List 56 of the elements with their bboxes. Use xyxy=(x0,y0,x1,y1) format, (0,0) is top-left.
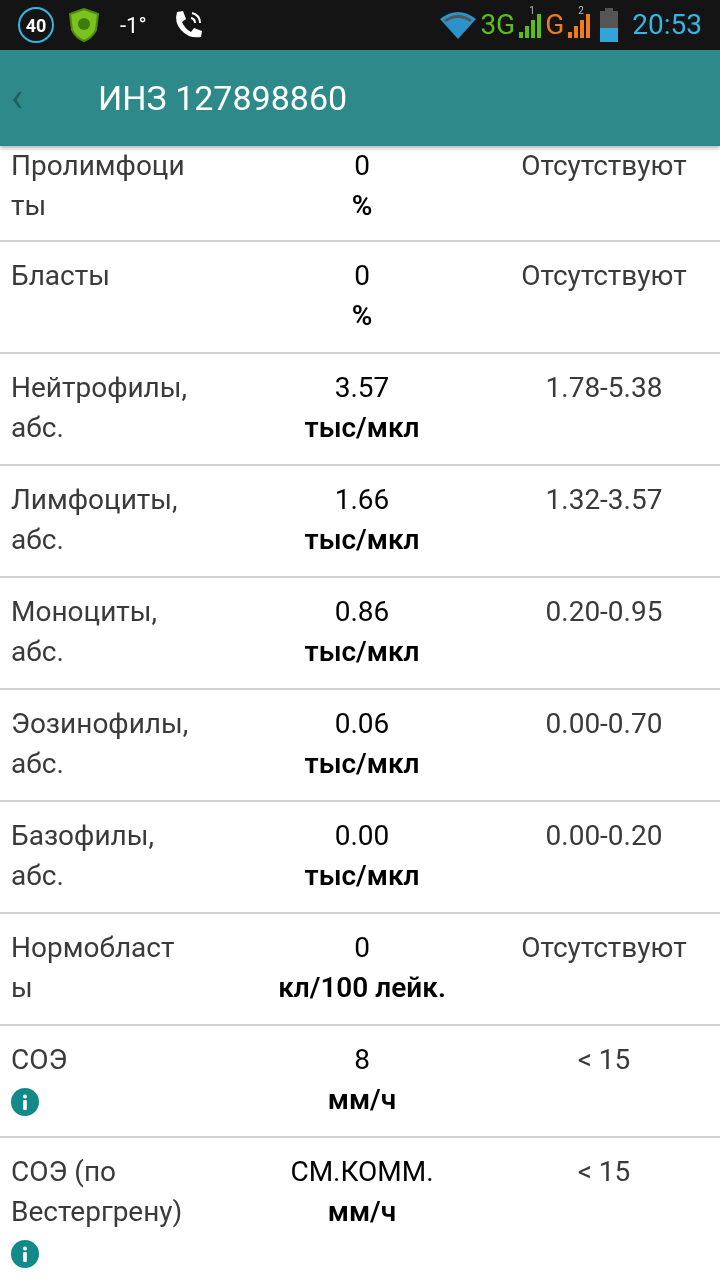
test-name: СОЭ xyxy=(11,1042,69,1078)
back-button[interactable]: ‹ xyxy=(6,78,28,118)
shield-icon xyxy=(68,8,100,42)
test-name: Нейтрофилы, абс. xyxy=(11,370,189,446)
signal-icon xyxy=(519,12,542,38)
reference-range: < 15 xyxy=(577,1154,631,1190)
battery-icon xyxy=(600,8,619,42)
result-unit: мм/ч xyxy=(327,1082,397,1118)
reference-range: Отсутствуют xyxy=(521,148,687,184)
test-name: Нормобласт ы xyxy=(11,930,176,1006)
signal-icon xyxy=(568,12,591,38)
clock: 20:53 xyxy=(632,11,702,39)
test-name: Пролимфоци ты xyxy=(11,148,186,224)
reference-range: 0.00-0.70 xyxy=(545,706,663,742)
result-unit: тыс/мкл xyxy=(304,522,420,558)
network-type: 3G xyxy=(480,11,516,39)
result-unit: % xyxy=(351,188,373,224)
result-unit: тыс/мкл xyxy=(304,634,420,670)
result-unit: тыс/мкл xyxy=(304,746,420,782)
sim-number: 1 xyxy=(529,6,535,16)
screen-title: ИНЗ 127898860 xyxy=(98,76,348,120)
reference-range: 0.20-0.95 xyxy=(545,594,663,630)
temperature: -1° xyxy=(120,11,147,40)
result-unit: кл/100 лейк. xyxy=(278,970,446,1006)
reference-range: 1.32-3.57 xyxy=(545,482,663,518)
result-value: 0.00 xyxy=(334,818,390,854)
reference-range: 0.00-0.20 xyxy=(545,818,663,854)
result-unit: мм/ч xyxy=(327,1194,397,1230)
test-name: Базофилы, абс. xyxy=(11,818,155,894)
sim-number: 2 xyxy=(578,6,584,16)
network-type: G xyxy=(545,11,565,39)
info-icon[interactable] xyxy=(11,1240,39,1268)
reference-range: < 15 xyxy=(577,1042,631,1078)
notification-badge: 40 xyxy=(18,7,54,43)
wifi-icon xyxy=(438,9,479,41)
result-value: СМ.КОММ. xyxy=(290,1154,434,1190)
result-value: 0 xyxy=(354,258,370,294)
result-value: 3.57 xyxy=(334,370,390,406)
result-value: 1.66 xyxy=(334,482,390,518)
result-value: 8 xyxy=(354,1042,370,1078)
test-name: Лимфоциты, абс. xyxy=(11,482,179,558)
info-icon[interactable] xyxy=(11,1088,39,1116)
test-name: Моноциты, абс. xyxy=(11,594,158,670)
result-value: 0 xyxy=(354,148,370,184)
test-name: СОЭ (по Вестергрену) xyxy=(11,1154,184,1230)
reference-range: Отсутствуют xyxy=(521,258,687,294)
result-value: 0 xyxy=(354,930,370,966)
result-unit: % xyxy=(351,298,373,334)
result-value: 0.86 xyxy=(334,594,390,630)
result-unit: тыс/мкл xyxy=(304,410,420,446)
result-unit: тыс/мкл xyxy=(304,858,420,894)
reference-range: 1.78-5.38 xyxy=(545,370,663,406)
test-name: Бласты xyxy=(11,258,111,294)
result-value: 0.06 xyxy=(334,706,390,742)
reference-range: Отсутствуют xyxy=(521,930,687,966)
test-name: Эозинофилы, абс. xyxy=(11,706,190,782)
